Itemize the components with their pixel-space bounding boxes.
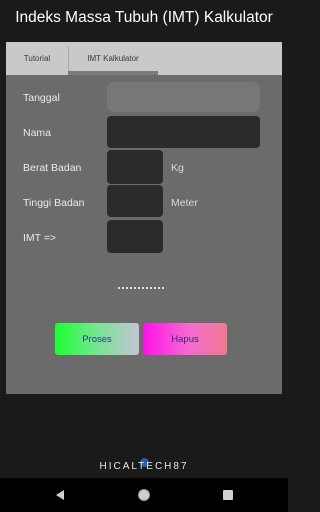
home-icon[interactable] — [136, 487, 152, 503]
tanggal-field[interactable] — [107, 82, 260, 112]
nama-label: Nama — [23, 127, 52, 139]
tab-selected-indicator — [68, 71, 158, 75]
hapus-button[interactable]: Hapus — [143, 323, 227, 355]
tinggi-badan-label: Tinggi Badan — [23, 197, 85, 209]
proses-button[interactable]: Proses — [55, 323, 139, 355]
berat-badan-label: Berat Badan — [23, 162, 82, 174]
tanggal-label: Tanggal — [23, 92, 60, 104]
brand-footer: HICALTECH87 — [99, 461, 189, 472]
berat-unit-label: Kg — [171, 162, 184, 174]
tab-bar: Tutorial IMT Kalkulator — [6, 42, 282, 75]
app-title: Indeks Massa Tubuh (IMT) Kalkulator — [15, 9, 273, 26]
nama-field[interactable] — [107, 116, 260, 148]
system-nav-bar — [0, 478, 288, 512]
tinggi-unit-label: Meter — [171, 197, 198, 209]
back-icon[interactable] — [52, 487, 68, 503]
recents-icon[interactable] — [220, 487, 236, 503]
berat-badan-field[interactable] — [107, 150, 163, 184]
loading-dots-indicator — [118, 287, 164, 289]
imt-result-field[interactable] — [107, 220, 163, 253]
imt-label: IMT => — [23, 232, 57, 244]
tab-tutorial[interactable]: Tutorial — [6, 42, 68, 75]
tinggi-badan-field[interactable] — [107, 185, 163, 217]
main-panel: Tutorial IMT Kalkulator Tanggal Nama Ber… — [6, 42, 282, 394]
